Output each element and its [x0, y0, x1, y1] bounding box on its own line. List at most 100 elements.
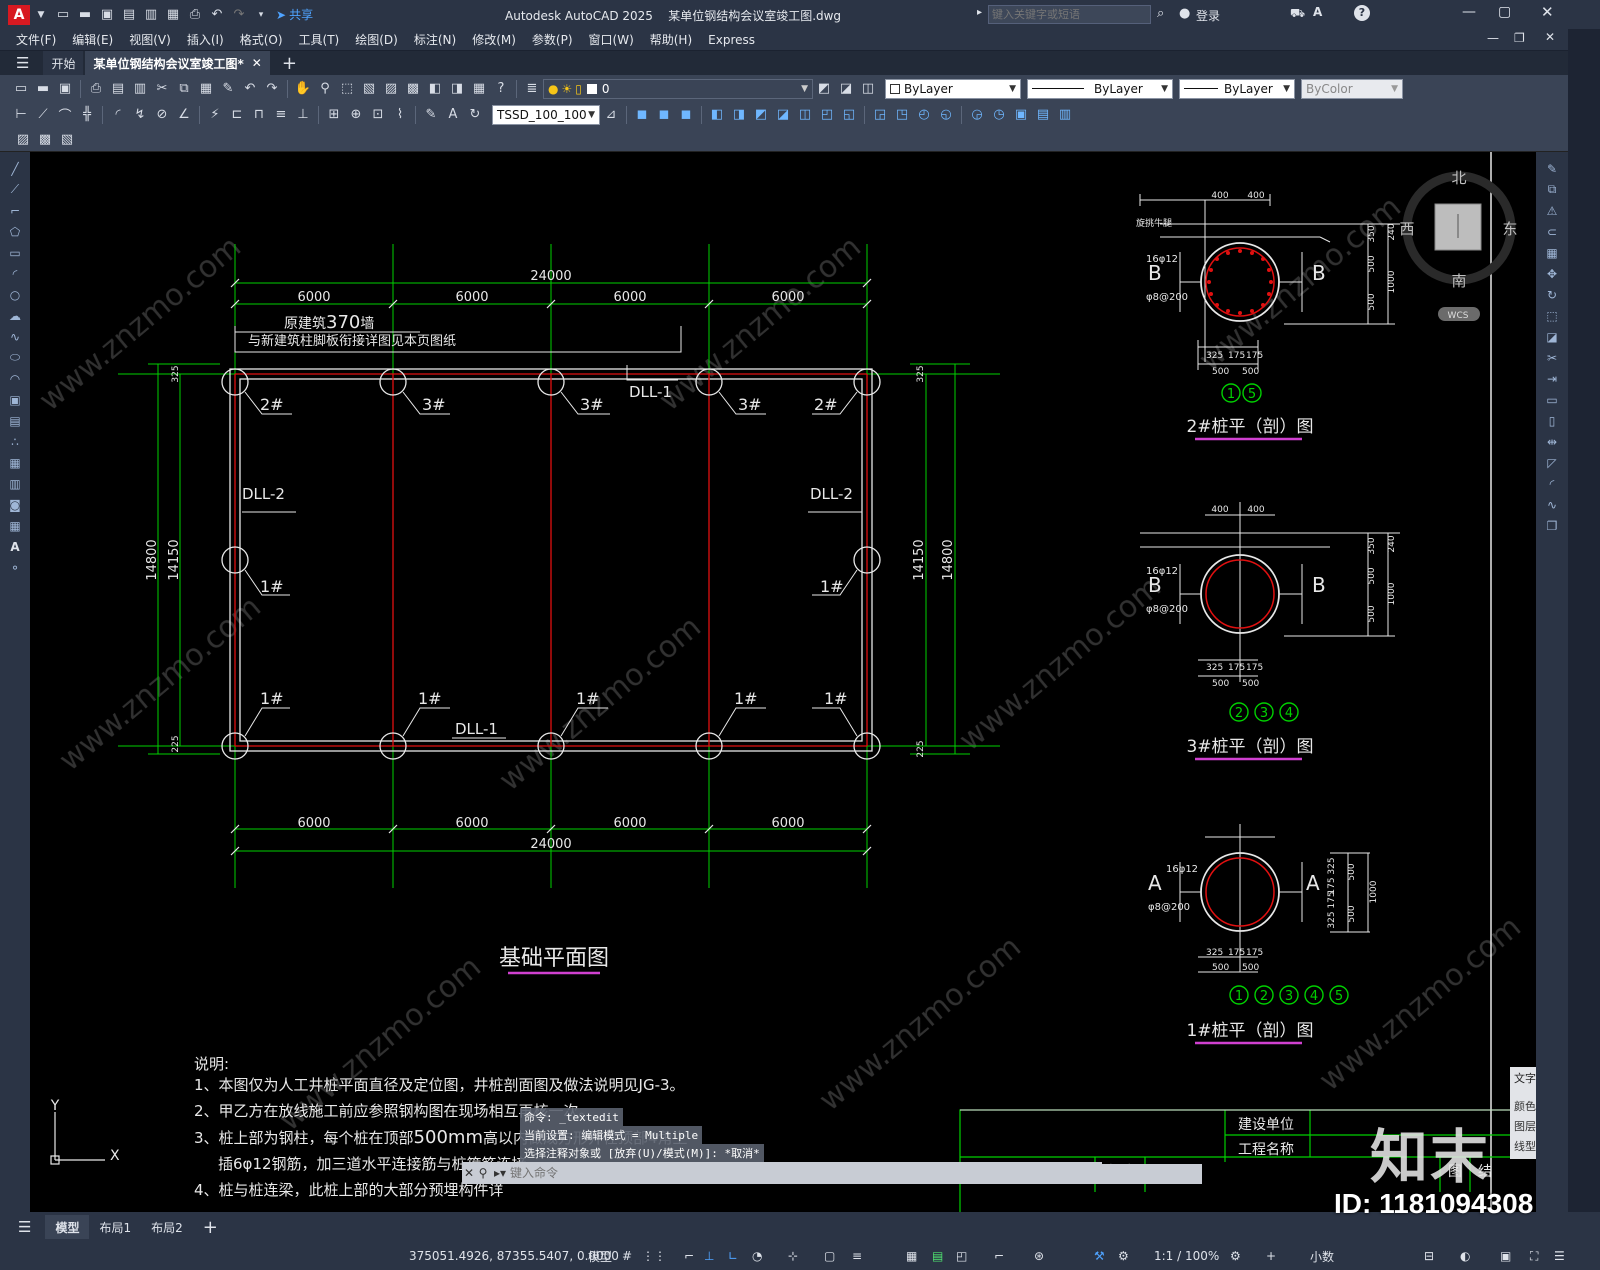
- erase-icon[interactable]: ✎: [1543, 160, 1561, 178]
- dimstyle-manager-icon[interactable]: ⊿: [602, 106, 620, 124]
- rotate-icon[interactable]: ↻: [1543, 286, 1561, 304]
- open-folder-icon[interactable]: ▬: [76, 6, 94, 24]
- layer-properties-icon[interactable]: ≣: [523, 80, 541, 98]
- point-icon[interactable]: ∴: [6, 433, 24, 451]
- plot-icon[interactable]: ⎙: [87, 80, 105, 98]
- doc-minimize-button[interactable]: —: [1487, 31, 1499, 45]
- help-icon[interactable]: ?: [1354, 5, 1370, 21]
- dim-baseline-icon[interactable]: ⊏: [228, 106, 246, 124]
- zoom-realtime-icon[interactable]: ⚲: [316, 80, 334, 98]
- redo-icon[interactable]: ↷: [230, 6, 248, 24]
- polyline-icon[interactable]: ⌐: [6, 202, 24, 220]
- ellipse-arc-icon[interactable]: ◠: [6, 370, 24, 388]
- matchprop-icon[interactable]: ✎: [219, 80, 237, 98]
- construction-line-icon[interactable]: ⟋: [6, 181, 24, 199]
- mtext-icon[interactable]: A: [6, 538, 24, 556]
- blend-icon[interactable]: ∿: [1543, 496, 1561, 514]
- app-logo[interactable]: A: [8, 4, 30, 25]
- menu-modify[interactable]: 修改(M): [472, 31, 516, 48]
- dimstyle-dropdown[interactable]: TSSD_100_100 ▼: [492, 104, 600, 125]
- dim-aligned-icon[interactable]: ⟋: [34, 106, 52, 124]
- model-space-button[interactable]: 模型: [584, 1245, 616, 1267]
- view-se-icon[interactable]: ◫: [796, 106, 814, 124]
- color-dropdown[interactable]: ByLayer ▼: [885, 78, 1021, 99]
- mirror-icon[interactable]: ⚠: [1543, 202, 1561, 220]
- quick-dim-icon[interactable]: ⚡: [206, 106, 224, 124]
- command-prompt-icon[interactable]: ▸▾: [494, 1166, 506, 1180]
- revcloud-icon[interactable]: ☁: [6, 307, 24, 325]
- layout-menu-icon[interactable]: ☰: [18, 1218, 31, 1236]
- new-tab-button[interactable]: +: [282, 53, 297, 74]
- dim-ordinate-icon[interactable]: ╬: [78, 106, 96, 124]
- polar-icon[interactable]: ∟: [724, 1245, 742, 1267]
- menu-edit[interactable]: 编辑(E): [72, 31, 113, 48]
- region-icon[interactable]: ◙: [6, 496, 24, 514]
- close-tab-icon[interactable]: ✕: [252, 56, 262, 70]
- break-point-icon[interactable]: ▭: [1543, 391, 1561, 409]
- save-icon[interactable]: ▣: [98, 6, 116, 24]
- ucs-3point-icon[interactable]: ▣: [1012, 106, 1030, 124]
- ucs-face-icon[interactable]: ◵: [937, 106, 955, 124]
- offset-icon[interactable]: ⊂: [1543, 223, 1561, 241]
- arc-icon[interactable]: ◜: [6, 265, 24, 283]
- dim-text-edit-icon[interactable]: A: [444, 106, 462, 124]
- dim-update-icon[interactable]: ↻: [466, 106, 484, 124]
- selection-cycling-icon[interactable]: ▤: [928, 1245, 947, 1267]
- osnap-icon[interactable]: ▢: [820, 1245, 839, 1267]
- grid-icon[interactable]: #: [618, 1245, 636, 1267]
- gradient-icon[interactable]: ▥: [6, 475, 24, 493]
- share-button[interactable]: ➤ 共享: [276, 6, 313, 23]
- quick-access-dropdown-icon[interactable]: ▾: [252, 6, 270, 24]
- fillet-icon[interactable]: ◜: [1543, 475, 1561, 493]
- publish-icon[interactable]: ▦: [164, 6, 182, 24]
- annotation-scale[interactable]: 1:1 / 100%: [1150, 1245, 1223, 1267]
- chamfer-icon[interactable]: ◸: [1543, 454, 1561, 472]
- view-left-icon[interactable]: ◼: [677, 106, 695, 124]
- tab-model[interactable]: 模型: [45, 1215, 90, 1239]
- ucs-world-icon[interactable]: ◳: [893, 106, 911, 124]
- transparency-icon[interactable]: ▦: [902, 1245, 921, 1267]
- hatch-icon[interactable]: ▦: [6, 454, 24, 472]
- ucs-zaxis-icon[interactable]: ◷: [990, 106, 1008, 124]
- qnew-icon[interactable]: ▭: [12, 80, 30, 98]
- tab-start[interactable]: 开始: [43, 51, 84, 75]
- dim-angular-icon[interactable]: ∠: [175, 106, 193, 124]
- login-link[interactable]: 登录: [1196, 7, 1220, 24]
- dim-linear-icon[interactable]: ⊢: [12, 106, 30, 124]
- annotation-visibility-icon[interactable]: ⚒: [1090, 1245, 1109, 1267]
- undo-icon[interactable]: ↶: [208, 6, 226, 24]
- tolerance-icon[interactable]: ⊞: [325, 106, 343, 124]
- extend-icon[interactable]: ⇥: [1543, 370, 1561, 388]
- isolate-objects-icon[interactable]: ◐: [1456, 1245, 1474, 1267]
- dim-arc-icon[interactable]: ⌒: [56, 106, 74, 124]
- sun-icon[interactable]: ☀: [561, 82, 572, 96]
- markup-icon[interactable]: ◨: [448, 80, 466, 98]
- command-close-icon[interactable]: ✕: [462, 1166, 476, 1180]
- user-icon[interactable]: ●: [1179, 6, 1190, 21]
- units-dropdown[interactable]: 小数: [1306, 1245, 1338, 1267]
- clean-screen-icon[interactable]: ⛶: [1526, 1245, 1542, 1267]
- block-edit-icon[interactable]: ▨: [14, 130, 32, 148]
- menu-file[interactable]: 文件(F): [16, 31, 56, 48]
- menu-parametric[interactable]: 参数(P): [532, 31, 573, 48]
- insert-block-icon[interactable]: ▣: [6, 391, 24, 409]
- search-expand-icon[interactable]: ▸: [977, 7, 982, 18]
- dim-radius-icon[interactable]: ◜: [109, 106, 127, 124]
- zoom-window-icon[interactable]: ⬚: [338, 80, 356, 98]
- dim-edit-icon[interactable]: ✎: [422, 106, 440, 124]
- explode-icon[interactable]: ❐: [1543, 517, 1561, 535]
- export-icon[interactable]: ▥: [142, 6, 160, 24]
- spline-icon[interactable]: ∿: [6, 328, 24, 346]
- view-nw-icon[interactable]: ◱: [840, 106, 858, 124]
- isodraft-icon[interactable]: ◔: [748, 1245, 766, 1267]
- doc-restore-button[interactable]: ❐: [1514, 31, 1525, 45]
- undo-icon[interactable]: ↶: [241, 80, 259, 98]
- close-window-button[interactable]: ✕: [1541, 3, 1554, 21]
- view-sw-icon[interactable]: ◪: [774, 106, 792, 124]
- block-close-icon[interactable]: ▧: [58, 130, 76, 148]
- break-icon[interactable]: ▯: [1543, 412, 1561, 430]
- move-icon[interactable]: ✥: [1543, 265, 1561, 283]
- designcenter-icon[interactable]: ▨: [382, 80, 400, 98]
- menu-dropdown-icon[interactable]: ▼: [32, 6, 50, 24]
- plotstyle-dropdown[interactable]: ByColor ▼: [1301, 78, 1403, 99]
